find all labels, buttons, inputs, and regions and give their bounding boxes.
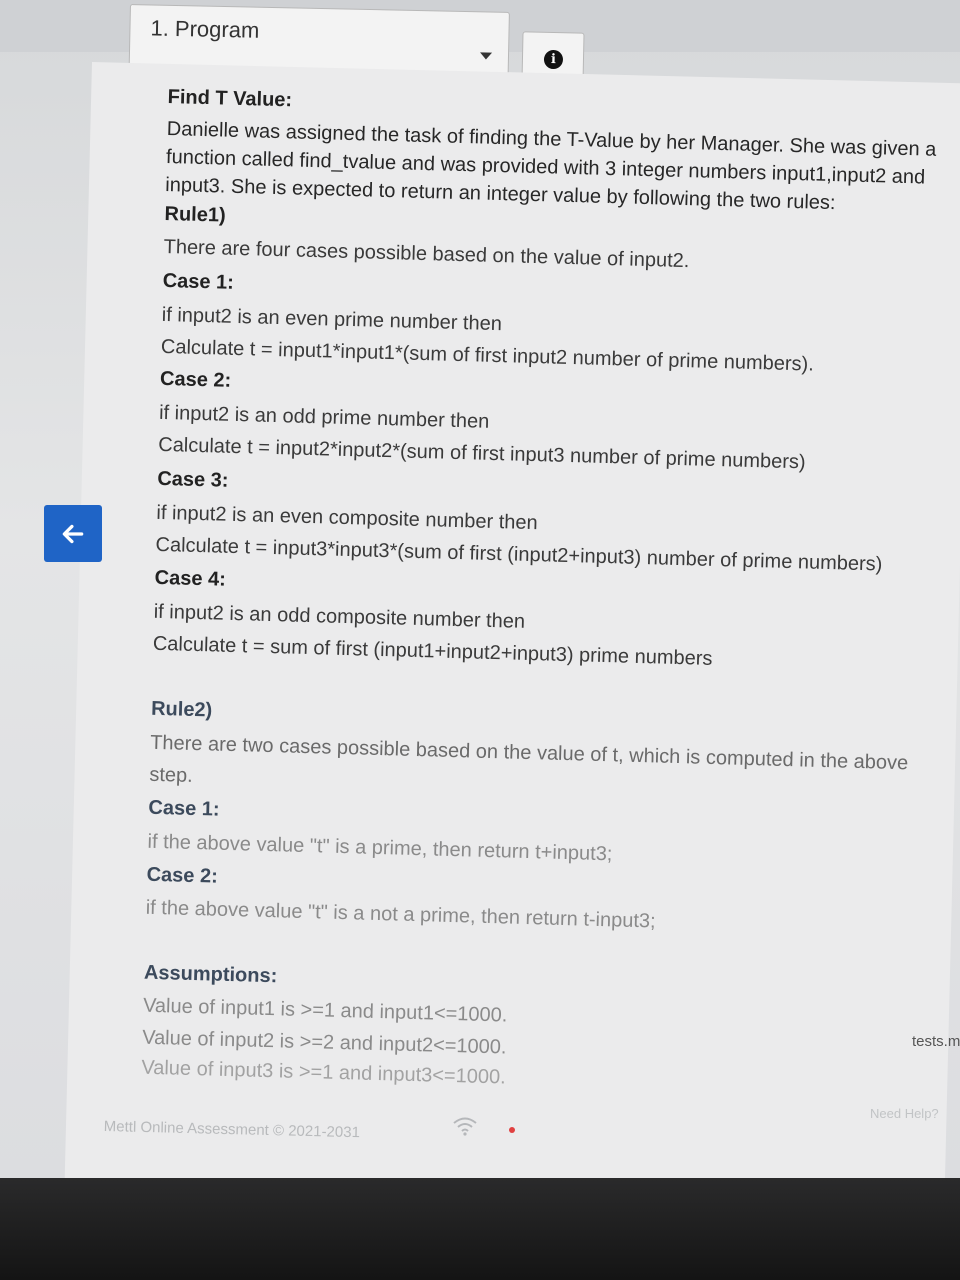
rule1-case-title: Case 2: [159,367,232,392]
rule2-case-title: Case 2: [146,863,219,888]
rule1-case-title: Case 3: [157,467,229,492]
info-icon[interactable]: i [543,49,564,70]
rule1-title: Rule1) [164,202,226,227]
screen: 1. Program i Find T Value: Danielle was … [0,0,960,1180]
assumptions-title: Assumptions: [143,961,278,988]
rule2-description: step. [149,763,194,787]
tests-link[interactable]: tests.m [912,1033,960,1050]
status-dot [509,1127,515,1133]
monitor-bezel [0,1178,960,1280]
rule2-case-title: Case 1: [148,796,220,821]
rule2-title: Rule2) [150,697,213,722]
back-button[interactable] [44,505,102,562]
wifi-icon [453,1117,477,1136]
arrow-left-icon [62,524,84,543]
program-select-label: 1. Program [150,15,260,43]
chevron-down-icon[interactable] [479,52,493,60]
need-help-link[interactable]: Need Help? [870,1106,939,1121]
problem-title: Find T Value: [167,86,293,112]
rule1-case-title: Case 4: [154,566,227,591]
rule1-case-title: Case 1: [162,269,235,294]
